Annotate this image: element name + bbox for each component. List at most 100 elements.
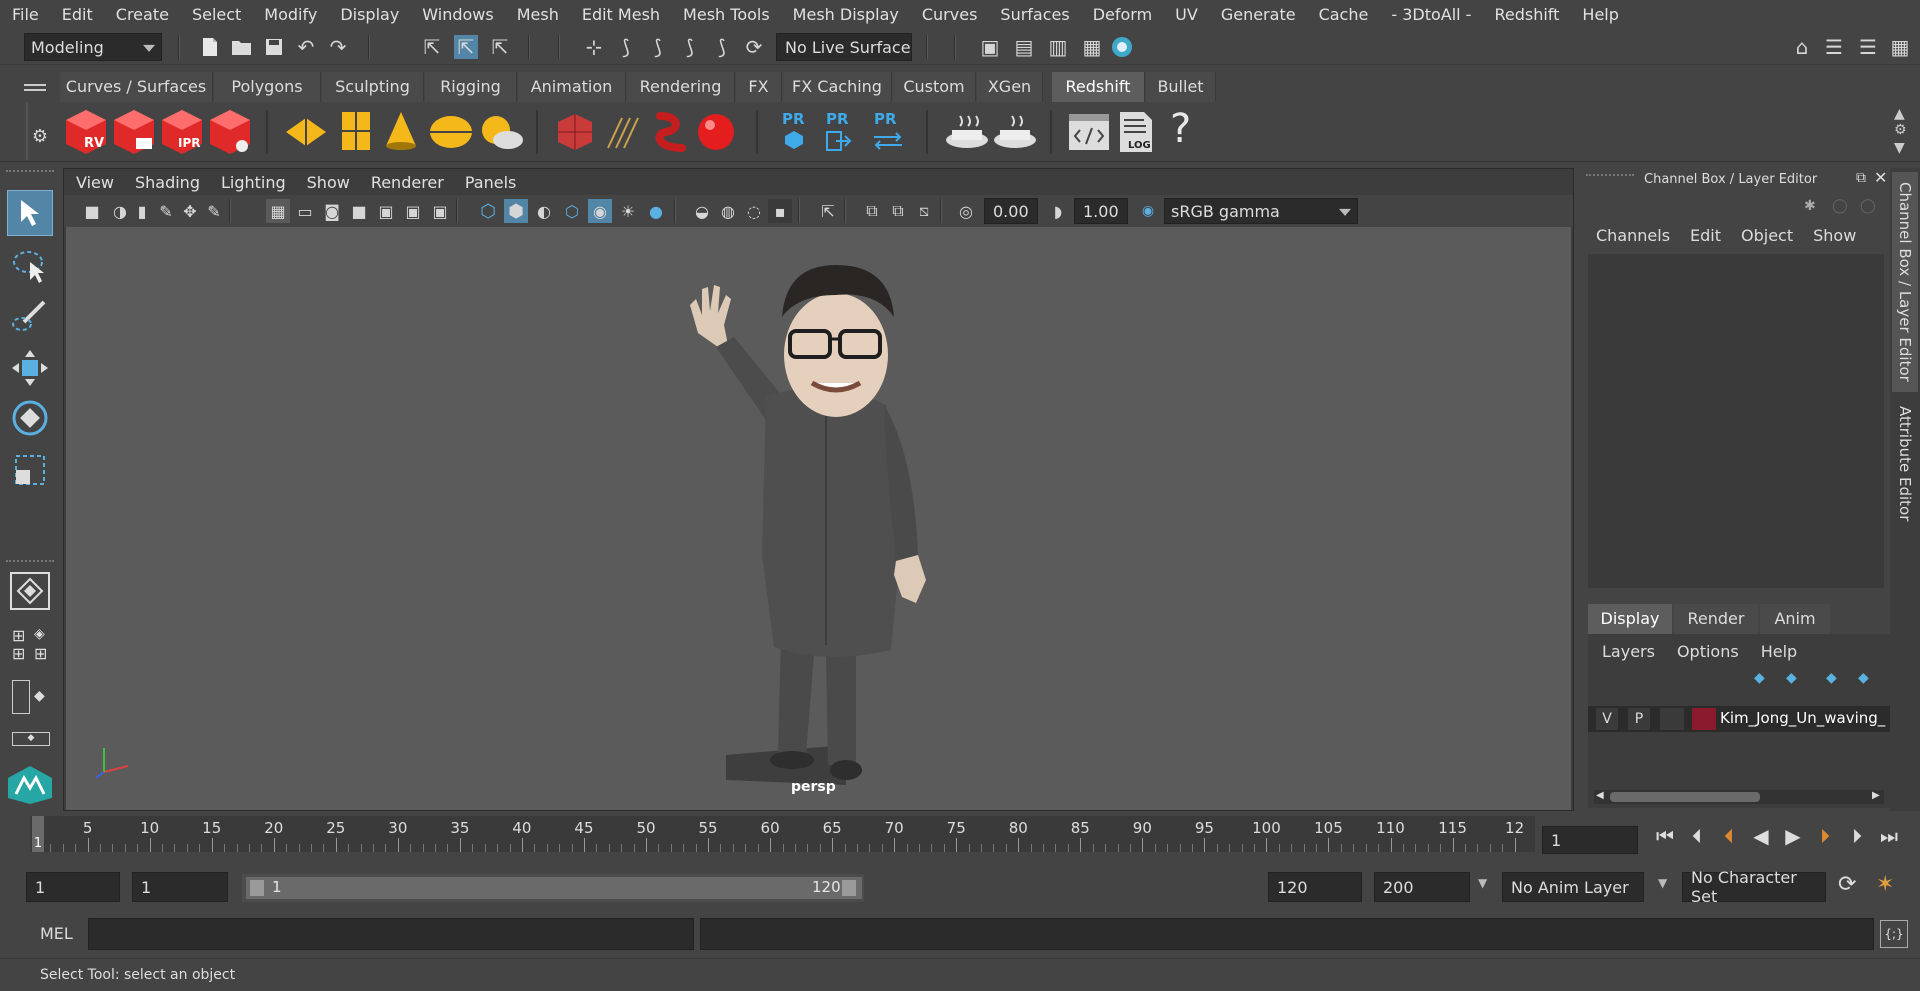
current-time-marker[interactable]: 1 — [32, 816, 44, 852]
render-current-frame-icon[interactable]: ▤ — [1012, 35, 1036, 59]
play-forward-icon[interactable]: ▶ — [1780, 824, 1806, 848]
range-slider-bar[interactable]: 1 120 — [246, 877, 862, 899]
move-layer-down-icon[interactable]: ◆ — [1786, 670, 1797, 686]
tool-settings-toggle-icon[interactable]: ▦ — [1888, 35, 1912, 59]
color-management-icon[interactable]: ◉ — [1136, 199, 1160, 223]
bake-icon[interactable] — [944, 112, 990, 156]
color-space-dropdown[interactable]: sRGB gamma — [1164, 198, 1358, 224]
workspace-icon[interactable]: ⌂ — [1790, 35, 1814, 59]
shadows-icon[interactable]: ● — [644, 199, 668, 223]
layer-tab-anim[interactable]: Anim — [1760, 604, 1830, 634]
menu-file[interactable]: File — [0, 5, 50, 24]
animation-preferences-icon[interactable]: ✶ — [1876, 872, 1894, 897]
scrollbar-thumb[interactable] — [1610, 792, 1760, 802]
perspective-viewport[interactable]: persp — [66, 227, 1571, 810]
proxy-icon[interactable] — [556, 112, 594, 156]
shelf-scroll-down-icon[interactable]: ▼ — [1894, 140, 1905, 156]
shelf-tab-animation[interactable]: Animation — [518, 72, 626, 102]
menu-display[interactable]: Display — [328, 5, 410, 24]
redshift-ipr-icon[interactable]: IPR — [160, 108, 204, 156]
layout-diamond-icon[interactable]: ◆ — [34, 688, 45, 704]
dome-light-icon[interactable] — [428, 114, 474, 154]
shelf-tab-curves-surfaces[interactable]: Curves / Surfaces — [60, 72, 213, 102]
current-frame-field[interactable]: 1 — [1542, 826, 1638, 854]
exposure-field[interactable]: 0.00 — [984, 198, 1038, 224]
command-language-label[interactable]: MEL — [40, 924, 73, 943]
edit-menu[interactable]: Edit — [1690, 226, 1721, 248]
menu-surfaces[interactable]: Surfaces — [988, 5, 1080, 24]
snap-grid-icon[interactable]: ⊹ — [582, 35, 606, 59]
options-menu[interactable]: Options — [1677, 642, 1739, 661]
xray-joints-icon[interactable]: ⧉ — [886, 199, 910, 223]
snap-curve-icon[interactable]: ⟆ — [614, 35, 638, 59]
new-layer-selected-icon[interactable]: ◆ — [1858, 670, 1869, 686]
animation-start-field[interactable]: 1 — [26, 872, 120, 902]
use-all-lights-icon[interactable]: ☀ — [616, 199, 640, 223]
speed-icon[interactable]: ◯ — [1832, 198, 1848, 214]
move-tool-icon[interactable] — [10, 348, 50, 392]
snap-view-plane-icon[interactable]: ⟆ — [678, 35, 702, 59]
side-tab-attribute-editor[interactable]: Attribute Editor — [1892, 396, 1918, 536]
new-empty-layer-icon[interactable]: ◆ — [1826, 670, 1837, 686]
gate-mask-icon[interactable]: ■ — [347, 199, 371, 223]
manipulator-icon[interactable]: ✱ — [1804, 198, 1816, 214]
select-tool-icon[interactable] — [7, 190, 53, 236]
redshift-render-icon[interactable] — [112, 108, 156, 156]
snap-surface-icon[interactable]: ⟆ — [710, 35, 734, 59]
horizontal-scrollbar[interactable]: ◀ ▶ — [1594, 790, 1884, 804]
channel-list[interactable] — [1588, 254, 1884, 588]
anti-aliasing-icon[interactable]: ◌ — [742, 199, 766, 223]
help-icon[interactable]: ? — [1170, 106, 1191, 152]
go-to-start-icon[interactable]: ⏮ — [1652, 824, 1678, 848]
shelf-tab-rendering[interactable]: Rendering — [627, 72, 735, 102]
playback-start-field[interactable]: 1 — [132, 872, 228, 902]
layer-tab-display[interactable]: Display — [1588, 604, 1672, 634]
layout-option-icon[interactable]: ◆ — [12, 732, 50, 746]
help-menu[interactable]: Help — [1761, 642, 1797, 661]
anim-layer-dropdown[interactable]: No Anim Layer — [1502, 872, 1644, 902]
chevron-down-icon[interactable]: ▼ — [1658, 876, 1667, 890]
auto-key-icon[interactable]: ⟳ — [1838, 872, 1856, 897]
volume-icon[interactable] — [652, 110, 690, 156]
safe-action-icon[interactable]: ▣ — [401, 199, 425, 223]
grid-icon[interactable]: ▦ — [266, 199, 290, 223]
playback-end-field[interactable]: 120 — [1268, 872, 1362, 902]
render-view-icon[interactable]: ▣ — [978, 35, 1002, 59]
character-set-dropdown[interactable]: No Character Set — [1682, 868, 1826, 906]
layer-visibility-toggle[interactable]: V — [1596, 708, 1618, 730]
persp-graph-layout-icon[interactable]: ⊞ — [12, 644, 25, 663]
undo-icon[interactable]: ↶ — [294, 35, 318, 59]
outliner-layout-icon[interactable] — [12, 680, 30, 714]
area-light-icon[interactable] — [284, 116, 328, 152]
menu-mesh-display[interactable]: Mesh Display — [781, 5, 910, 24]
menu-select[interactable]: Select — [180, 5, 252, 24]
shelf-tab-polygons[interactable]: Polygons — [214, 72, 321, 102]
redshift-render-settings-icon[interactable] — [208, 108, 252, 156]
move-layer-up-icon[interactable]: ◆ — [1754, 670, 1765, 686]
redo-icon[interactable]: ↷ — [326, 35, 350, 59]
close-icon[interactable]: ✕ — [1874, 168, 1887, 187]
gamma-field[interactable]: 1.00 — [1074, 198, 1128, 224]
menu-uv[interactable]: UV — [1163, 5, 1209, 24]
single-perspective-layout-icon[interactable] — [10, 572, 50, 610]
shelf-tab-custom[interactable]: Custom — [893, 72, 976, 102]
smooth-shade-icon[interactable]: ⬢ — [504, 199, 528, 223]
wireframe-icon[interactable]: ⬡ — [476, 199, 500, 223]
menu-modify[interactable]: Modify — [252, 5, 328, 24]
time-ruler[interactable]: 5 10 15 20 25 30 35 40 45 50 55 60 65 70 75 80 85 90 95 100… — [30, 816, 1535, 852]
range-slider-start-handle[interactable] — [250, 880, 264, 896]
save-scene-icon[interactable] — [262, 35, 286, 59]
step-forward-key-icon[interactable]: ⏵ — [1844, 824, 1870, 848]
live-surface-field[interactable]: No Live Surface — [776, 33, 912, 61]
xray-icon[interactable]: ⧉ — [860, 199, 884, 223]
show-menu[interactable]: Show — [1813, 226, 1856, 248]
step-back-key-icon[interactable]: ⏴ — [1684, 824, 1710, 848]
make-live-icon[interactable]: ⟳ — [742, 35, 766, 59]
gear-icon[interactable]: ⚙ — [28, 124, 52, 148]
layer-playback-toggle[interactable]: P — [1628, 708, 1650, 730]
play-backward-icon[interactable]: ◀ — [1748, 824, 1774, 848]
shelf-tab-rigging[interactable]: Rigging — [425, 72, 517, 102]
lasso-tool-icon[interactable] — [10, 246, 50, 290]
shelf-scroll-up-icon[interactable]: ▲ — [1894, 106, 1905, 122]
motion-blur-icon[interactable]: ◍ — [716, 199, 740, 223]
